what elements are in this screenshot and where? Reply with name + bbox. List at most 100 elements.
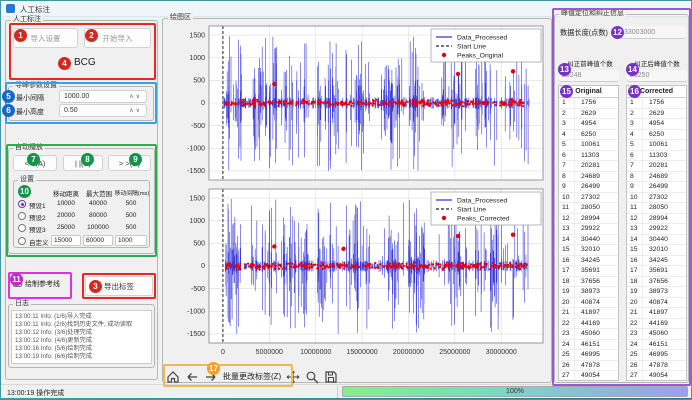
table-row[interactable]: 2749054 xyxy=(559,371,618,381)
table-row[interactable]: 2546995 xyxy=(627,350,686,361)
table-row[interactable]: 1128050 xyxy=(559,203,618,214)
table-row[interactable]: 1027302 xyxy=(627,193,686,204)
marker-badge-16: 16 xyxy=(628,85,641,98)
table-row[interactable]: 510061 xyxy=(627,140,686,151)
table-row[interactable]: 1735691 xyxy=(559,266,618,277)
table-row[interactable]: 2244169 xyxy=(559,319,618,330)
table-row[interactable]: 22629 xyxy=(627,109,686,120)
table-row[interactable]: 11756 xyxy=(559,98,618,109)
table-row[interactable]: 2546995 xyxy=(559,350,618,361)
marker-badge-5: 5 xyxy=(2,90,15,103)
custom-value-input[interactable]: 15000 xyxy=(51,235,81,246)
log-line: 13:00:11 Info: (1/6)导入完成 xyxy=(15,313,148,321)
table-row[interactable]: 1837656 xyxy=(627,277,686,288)
table-row[interactable]: 22629 xyxy=(559,109,618,120)
preset-value: 100000 xyxy=(81,224,115,231)
table-row[interactable]: 2141897 xyxy=(559,308,618,319)
marker-badge-2: 2 xyxy=(85,29,98,42)
preset-value: 25000 xyxy=(49,224,83,231)
log-line: 13:00:11 Info: (2/6)找到历史文件, 成功读取 xyxy=(15,321,148,329)
spinner-updown-icon[interactable]: ∧∨ xyxy=(129,93,142,100)
svg-text:-500: -500 xyxy=(191,286,205,293)
table-row[interactable]: 611303 xyxy=(627,151,686,162)
batch-change-label-button[interactable]: 批量更改标签(Z) xyxy=(223,371,281,382)
table-row[interactable]: 2040874 xyxy=(627,298,686,309)
table-row[interactable]: 46250 xyxy=(559,130,618,141)
preset-value: 10000 xyxy=(49,200,83,207)
table-row[interactable]: 824689 xyxy=(559,172,618,183)
table-row[interactable]: 611303 xyxy=(559,151,618,162)
table-row[interactable]: 2647878 xyxy=(559,361,618,372)
preset-radio-3[interactable] xyxy=(18,224,26,232)
chart-canvas[interactable]: -1500-1000-500050010001500Data_Processed… xyxy=(165,22,549,364)
table-row[interactable]: 824689 xyxy=(627,172,686,183)
table-row[interactable]: 720281 xyxy=(627,161,686,172)
progress-label: 100% xyxy=(506,388,524,395)
svg-text:1500: 1500 xyxy=(189,32,205,39)
table-row[interactable]: 2446151 xyxy=(627,340,686,351)
svg-text:1500: 1500 xyxy=(189,195,205,202)
table-row[interactable]: 1430440 xyxy=(559,235,618,246)
preset-label: 预设2 xyxy=(29,212,46,222)
table-row[interactable]: 11756 xyxy=(627,98,686,109)
log-line: 13:00:12 Info: (4/6)更新完成 xyxy=(15,337,148,345)
table-row[interactable]: 1329922 xyxy=(627,224,686,235)
pan-icon[interactable] xyxy=(286,370,300,384)
table-row[interactable]: 2749054 xyxy=(627,371,686,381)
table-row[interactable]: 2244169 xyxy=(627,319,686,330)
table-row[interactable]: 34954 xyxy=(559,119,618,130)
table-row[interactable]: 1532010 xyxy=(559,245,618,256)
table-row[interactable]: 1430440 xyxy=(627,235,686,246)
custom-value-input[interactable]: 1000 xyxy=(115,235,147,246)
preset-value: 500 xyxy=(113,224,149,231)
table-row[interactable]: 1228994 xyxy=(559,214,618,225)
spinner-updown-icon[interactable]: ∧∨ xyxy=(129,107,142,114)
table-row[interactable]: 46250 xyxy=(627,130,686,141)
table-row[interactable]: 720281 xyxy=(559,161,618,172)
corrected-peaks-table[interactable]: Corrected 117562262934954462505100616113… xyxy=(626,85,687,381)
table-row[interactable]: 1228994 xyxy=(627,214,686,225)
min-height-input[interactable]: 0.50 ∧∨ xyxy=(59,104,147,117)
marker-badge-11: 11 xyxy=(10,273,23,286)
table-row[interactable]: 34954 xyxy=(627,119,686,130)
table-row[interactable]: 2446151 xyxy=(559,340,618,351)
table-row[interactable]: 1128050 xyxy=(627,203,686,214)
zoom-icon[interactable] xyxy=(305,370,319,384)
table-row[interactable]: 1532010 xyxy=(627,245,686,256)
table-row[interactable]: 2345060 xyxy=(559,329,618,340)
table-row[interactable]: 1634245 xyxy=(627,256,686,267)
svg-text:Start Line: Start Line xyxy=(457,44,486,51)
preset-radio-2[interactable] xyxy=(18,212,26,220)
table-row[interactable]: 926499 xyxy=(559,182,618,193)
data-length-value: 33003000 xyxy=(620,26,686,39)
min-height-label: 最小高度 xyxy=(16,107,44,117)
preset-label: 自定义 xyxy=(29,237,49,247)
back-icon[interactable] xyxy=(185,370,199,384)
table-row[interactable]: 1735691 xyxy=(627,266,686,277)
table-row[interactable]: 2141897 xyxy=(627,308,686,319)
table-row[interactable]: 510061 xyxy=(559,140,618,151)
save-icon[interactable] xyxy=(324,370,338,384)
table-row[interactable]: 1837656 xyxy=(559,277,618,288)
preset-radio-4[interactable] xyxy=(18,237,26,245)
table-row[interactable]: 2345060 xyxy=(627,329,686,340)
table-row[interactable]: 1027302 xyxy=(559,193,618,204)
table-row[interactable]: 2647878 xyxy=(627,361,686,372)
table-row[interactable]: 2040874 xyxy=(559,298,618,309)
table-row[interactable]: 926499 xyxy=(627,182,686,193)
table-row[interactable]: 1329922 xyxy=(559,224,618,235)
log-output[interactable]: 13:00:11 Info: (1/6)导入完成13:00:11 Info: (… xyxy=(11,310,152,364)
original-peaks-table[interactable]: Original 1175622629349544625051006161130… xyxy=(558,85,619,381)
home-icon[interactable] xyxy=(166,370,180,384)
marker-badge-3: 3 xyxy=(89,280,102,293)
table-row[interactable]: 1938973 xyxy=(627,287,686,298)
plot-area-title: 绘图区 xyxy=(168,13,193,22)
table-row[interactable]: 1938973 xyxy=(559,287,618,298)
custom-value-input[interactable]: 60000 xyxy=(83,235,113,246)
marker-badge-9: 9 xyxy=(129,153,142,166)
preset-radio-1[interactable] xyxy=(18,200,26,208)
table-row[interactable]: 1634245 xyxy=(559,256,618,267)
min-interval-input[interactable]: 1000.00 ∧∨ xyxy=(59,90,147,103)
marker-badge-13: 13 xyxy=(558,63,571,76)
marker-badge-7: 7 xyxy=(27,153,40,166)
